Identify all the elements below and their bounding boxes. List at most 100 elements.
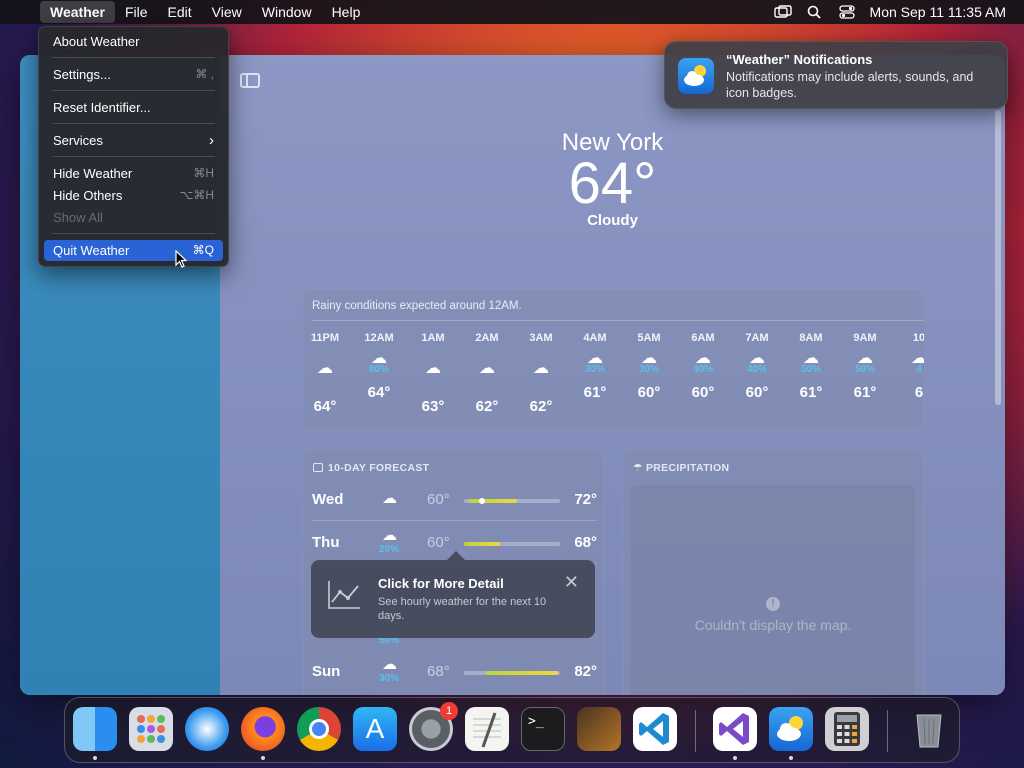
precipitation-card[interactable]: ☂ PRECIPITATION ! Couldn't display the m… bbox=[622, 449, 925, 695]
cloud-icon: ☁ bbox=[382, 490, 397, 507]
hourly-column: 6AM ☁ 40% 60° bbox=[676, 332, 730, 401]
menu-item-label: Show All bbox=[53, 210, 103, 225]
map-error-message: Couldn't display the map. bbox=[694, 617, 852, 633]
forecast-row-wed[interactable]: Wed ☁ 60° 72° bbox=[312, 479, 597, 521]
hourly-column: 7AM ☁ 40% 60° bbox=[730, 332, 784, 401]
hour-label: 11PM bbox=[310, 332, 340, 344]
menu-item-hide-weather[interactable]: Hide Weather ⌘H bbox=[44, 163, 223, 184]
hourly-column: 3AM ☁ 62° bbox=[514, 332, 568, 415]
menu-shortcut: ⌥⌘H bbox=[179, 188, 215, 202]
hourly-summary: Rainy conditions expected around 12AM. bbox=[312, 300, 522, 312]
firefox-icon[interactable] bbox=[241, 707, 285, 751]
precip-chance bbox=[303, 378, 352, 390]
hour-label: 6AM bbox=[691, 332, 715, 344]
hour-label: 8AM bbox=[799, 332, 823, 344]
menu-item-hide-others[interactable]: Hide Others ⌥⌘H bbox=[44, 185, 223, 206]
control-center-icon[interactable] bbox=[838, 5, 856, 19]
current-temperature: 64° bbox=[568, 151, 657, 216]
hourly-column: 9AM ☁ 50% 61° bbox=[838, 332, 892, 401]
menu-separator bbox=[52, 123, 215, 124]
finder-icon[interactable] bbox=[73, 707, 117, 751]
hour-label: 5AM bbox=[637, 332, 661, 344]
cloud-icon: ☁ bbox=[533, 360, 549, 377]
precipitation-header: ☂ PRECIPITATION bbox=[633, 462, 729, 474]
precip-chance bbox=[514, 378, 568, 390]
trash-icon[interactable] bbox=[907, 707, 951, 751]
rain-cloud-icon: ☁ bbox=[749, 350, 765, 367]
divider bbox=[312, 320, 924, 321]
ten-day-title: 10-DAY FORECAST bbox=[328, 462, 430, 474]
menubar-clock[interactable]: Mon Sep 11 11:35 AM bbox=[870, 4, 1006, 20]
calendar-icon bbox=[313, 463, 323, 472]
forecast-low: 60° bbox=[427, 534, 450, 551]
weather-dock-icon[interactable] bbox=[769, 707, 813, 751]
precip-chance: 40% bbox=[692, 364, 713, 375]
screen-mirroring-icon[interactable] bbox=[773, 5, 792, 19]
hour-label: 4AM bbox=[583, 332, 607, 344]
precipitation-map[interactable]: ! Couldn't display the map. bbox=[631, 485, 915, 695]
close-icon[interactable]: ✕ bbox=[564, 572, 579, 593]
menu-view[interactable]: View bbox=[202, 1, 252, 23]
temperature-range-bar bbox=[464, 498, 560, 504]
running-indicator bbox=[789, 756, 793, 760]
menu-separator bbox=[52, 57, 215, 58]
precip-chance: 4 bbox=[916, 364, 922, 375]
vscode-icon[interactable] bbox=[633, 707, 677, 751]
rain-cloud-icon: ☁ bbox=[803, 350, 819, 367]
menu-window[interactable]: Window bbox=[252, 1, 322, 23]
chrome-icon[interactable] bbox=[297, 707, 341, 751]
menu-item-settings[interactable]: Settings... ⌘ , bbox=[44, 64, 223, 85]
app-store-icon[interactable]: A bbox=[353, 707, 397, 751]
main-scrollbar[interactable] bbox=[995, 110, 1001, 405]
more-detail-tooltip[interactable]: Click for More Detail See hourly weather… bbox=[311, 551, 595, 638]
sidebar-toggle-icon[interactable] bbox=[240, 73, 260, 88]
precip-chance: 80% bbox=[368, 364, 389, 375]
rain-cloud-icon: ☁ bbox=[382, 656, 397, 673]
menu-file[interactable]: File bbox=[115, 1, 158, 23]
dock: A >_ bbox=[64, 697, 960, 763]
running-indicator bbox=[93, 756, 97, 760]
menu-item-quit-weather[interactable]: Quit Weather ⌘Q bbox=[44, 240, 223, 261]
hour-temp: 64° bbox=[367, 384, 391, 401]
range-fill bbox=[464, 542, 501, 546]
dock-separator bbox=[695, 710, 696, 752]
umbrella-icon: ☂ bbox=[633, 462, 646, 474]
menu-separator bbox=[52, 233, 215, 234]
current-condition: Cloudy bbox=[587, 212, 638, 229]
launchpad-icon[interactable] bbox=[129, 707, 173, 751]
safari-icon[interactable] bbox=[185, 707, 229, 751]
menu-weather[interactable]: Weather bbox=[40, 1, 115, 23]
notification-banner[interactable]: “Weather” Notifications Notifications ma… bbox=[664, 41, 1008, 109]
menu-item-services[interactable]: Services › bbox=[44, 130, 223, 151]
hour-temp: 60° bbox=[745, 384, 769, 401]
hour-temp: 60° bbox=[637, 384, 661, 401]
menu-shortcut: ⌘H bbox=[193, 166, 214, 180]
textedit-icon[interactable] bbox=[465, 707, 509, 751]
hour-temp: 62° bbox=[529, 398, 553, 415]
precip-chance: 20% bbox=[379, 544, 400, 555]
precip-chance: 30% bbox=[584, 364, 605, 375]
menu-item-reset-identifier[interactable]: Reset Identifier... bbox=[44, 97, 223, 118]
hourly-column: 5AM ☁ 30% 60° bbox=[622, 332, 676, 401]
terminal-icon[interactable]: >_ bbox=[521, 707, 565, 751]
hourly-column: 4AM ☁ 30% 61° bbox=[568, 332, 622, 401]
menu-help[interactable]: Help bbox=[322, 1, 371, 23]
forecast-day: Thu bbox=[312, 534, 340, 551]
menu-item-label: Settings... bbox=[53, 67, 111, 82]
menu-item-show-all: Show All bbox=[44, 207, 223, 228]
rain-cloud-icon: ☁ bbox=[892, 348, 924, 367]
forecast-row-sun[interactable]: Sun ☁ 30% 68° 82° bbox=[312, 651, 597, 693]
hourly-forecast-card[interactable]: Rainy conditions expected around 12AM. 1… bbox=[302, 289, 925, 431]
hour-label: 1AM bbox=[421, 332, 445, 344]
notification-title: “Weather” Notifications bbox=[726, 52, 873, 67]
menu-edit[interactable]: Edit bbox=[158, 1, 202, 23]
info-icon: ! bbox=[766, 597, 780, 611]
weather-app-icon bbox=[678, 58, 714, 94]
garageband-icon[interactable] bbox=[577, 707, 621, 751]
visual-studio-icon[interactable] bbox=[713, 707, 757, 751]
running-indicator bbox=[261, 756, 265, 760]
menu-item-about[interactable]: About Weather bbox=[44, 31, 223, 52]
spotlight-search-icon[interactable] bbox=[806, 5, 824, 19]
menu-separator bbox=[52, 90, 215, 91]
calculator-icon[interactable] bbox=[825, 707, 869, 751]
